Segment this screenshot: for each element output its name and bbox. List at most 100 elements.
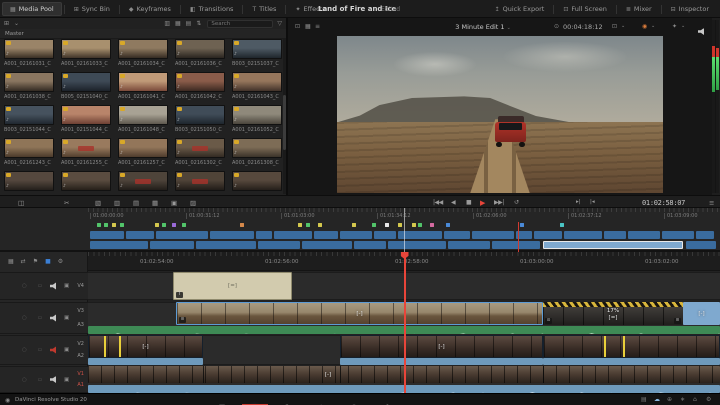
media-item[interactable]: ♪A001_02161033_C	[61, 39, 115, 71]
panels-icon[interactable]: ▤	[641, 396, 647, 403]
overview-clip-segment[interactable]	[686, 241, 716, 249]
user-icon[interactable]: ◉	[5, 397, 10, 404]
media-item[interactable]: ♪A001_02161034_C	[118, 39, 172, 71]
filmstrip-icon[interactable]: ▣	[64, 283, 69, 289]
timeline-marker[interactable]	[120, 223, 124, 227]
timeline-marker[interactable]	[418, 223, 422, 227]
timeline-marker[interactable]	[430, 223, 434, 227]
network-icon[interactable]: ⊕	[667, 396, 672, 403]
mute-speaker-icon[interactable]	[50, 376, 58, 383]
overview-clip-segment[interactable]	[196, 241, 256, 249]
mute-speaker-icon[interactable]	[50, 347, 58, 354]
overview-playhead[interactable]	[518, 222, 519, 252]
play-reverse-button[interactable]: ◀	[451, 199, 455, 206]
overview-clip-segment[interactable]	[534, 231, 562, 239]
page-fusion[interactable]: ✦	[308, 394, 334, 405]
tab-titles[interactable]: TTitles	[245, 2, 283, 16]
timeline-marker[interactable]	[372, 223, 376, 227]
timeline-view-icon[interactable]: ▦	[8, 258, 14, 265]
strip-view-icon[interactable]: ▥	[164, 20, 170, 27]
timeline-name-dropdown[interactable]: 3 Minute Edit 1 ⌄	[455, 23, 511, 31]
timeline-marker[interactable]	[172, 223, 176, 227]
tools-icon[interactable]: ✦	[672, 23, 677, 30]
lock-icon[interactable]: ○	[22, 347, 27, 353]
timeline-marker[interactable]	[112, 223, 116, 227]
timeline-marker[interactable]	[298, 223, 302, 227]
timeline-marker[interactable]	[385, 223, 389, 227]
quick-export-button[interactable]: ↥Quick Export	[488, 5, 552, 13]
media-item[interactable]: ♪	[232, 171, 282, 195]
collaboration-icon[interactable]: ∗	[680, 396, 685, 403]
overview-clip-segment[interactable]	[543, 241, 683, 249]
loop-button[interactable]: ↺	[514, 199, 519, 206]
timeline-marker[interactable]	[97, 223, 101, 227]
media-item[interactable]: ♪A001_02161031_C	[4, 39, 58, 71]
media-item[interactable]: ♪A001_02161257_C	[118, 138, 172, 170]
audio-clip-strip[interactable]	[88, 358, 203, 365]
timeline-marker[interactable]	[182, 223, 186, 227]
overview-clip-segment[interactable]	[156, 231, 208, 239]
page-deliver[interactable]: ⇨	[407, 394, 433, 405]
audio-clip-strip[interactable]	[340, 358, 543, 365]
first-frame-button[interactable]: |◀◀	[433, 199, 443, 206]
overview-clip-segment[interactable]	[150, 241, 194, 249]
overview-clip-segment[interactable]	[628, 231, 660, 239]
mute-speaker-icon[interactable]	[50, 283, 58, 290]
goto-out-icon[interactable]: |◂	[590, 199, 595, 205]
media-item[interactable]: ♪A001_02161302_C	[175, 138, 229, 170]
chevron-down-icon[interactable]: ⌄	[14, 20, 19, 27]
tool-boring-detector-icon[interactable]: ◫	[18, 199, 24, 207]
timeline-marker[interactable]	[155, 223, 159, 227]
overview-clip-segment[interactable]	[258, 241, 300, 249]
filmstrip-icon[interactable]: ▣	[64, 347, 69, 353]
overview-clip-segment[interactable]	[374, 231, 396, 239]
timeline-clip-thumbs[interactable]: [-]	[88, 335, 203, 358]
tab-keyframes[interactable]: ◆Keyframes	[122, 2, 178, 16]
media-item[interactable]: ♪	[118, 171, 172, 195]
overview-clip-segment[interactable]	[662, 231, 694, 239]
media-item[interactable]: ♪A001_02161043_C	[232, 72, 282, 104]
filmstrip-icon[interactable]: ▣	[64, 377, 69, 383]
media-item[interactable]: ♪A001_02161042_C	[175, 72, 229, 104]
timeline-marker[interactable]	[318, 223, 322, 227]
viewer-audio-icon[interactable]	[698, 24, 706, 43]
level-keyframe-bar[interactable]	[604, 336, 606, 357]
timeline-marker[interactable]	[240, 223, 244, 227]
flag-icon[interactable]: ⚑	[33, 258, 38, 265]
project-settings-icon[interactable]: ⚙	[706, 396, 711, 403]
overview-clip-segment[interactable]	[210, 231, 254, 239]
viewer-video[interactable]	[337, 36, 663, 193]
inspector-button[interactable]: ⊟Inspector	[664, 5, 716, 13]
display-mode-icon[interactable]: ⊡	[612, 23, 617, 30]
close-up-icon[interactable]: ▦	[152, 199, 158, 207]
overview-clip-segment[interactable]	[274, 231, 312, 239]
media-item[interactable]: ♪A001_02161243_C	[4, 138, 58, 170]
overview-clip-segment[interactable]	[448, 241, 490, 249]
filmstrip-icon[interactable]: ▣	[64, 315, 69, 321]
overview-clip-segment[interactable]	[302, 241, 352, 249]
media-item[interactable]: ♪A001_02161036_C	[175, 39, 229, 71]
viewer-mode-icon[interactable]: ⊡	[295, 23, 300, 30]
mute-speaker-icon[interactable]	[50, 315, 58, 322]
stop-button[interactable]: ■	[466, 199, 471, 206]
project-manager-icon[interactable]: ⌂	[693, 396, 697, 403]
tool-split-icon[interactable]: ✂	[64, 199, 69, 207]
media-item[interactable]: ♪A001_02161041_C	[118, 72, 172, 104]
media-item[interactable]: ♪	[175, 171, 229, 195]
cloud-icon[interactable]: ☁	[654, 396, 660, 403]
level-keyframe-bar[interactable]	[104, 336, 106, 357]
media-item[interactable]: ♪B003_02151044_C	[4, 105, 58, 137]
timeline-clip-speed[interactable]: 17%[=]⊙≡	[543, 302, 683, 325]
solo-icon[interactable]: ▫	[38, 347, 42, 353]
tab-media-pool[interactable]: ▦Media Pool	[2, 2, 62, 16]
media-item[interactable]: ♪A001_02161048_C	[118, 105, 172, 137]
page-color[interactable]: ◉	[341, 394, 367, 405]
lock-icon[interactable]: ○	[22, 377, 27, 383]
place-on-top-icon[interactable]: ▣	[171, 199, 177, 207]
page-media[interactable]: ▦	[209, 394, 235, 405]
sort-icon[interactable]: ⇅	[196, 20, 201, 27]
tab-sync-bin[interactable]: ⊞Sync Bin	[67, 2, 117, 16]
media-item[interactable]: ♪A001_02161038_C	[4, 72, 58, 104]
timeline-clip-thumbs[interactable]: [-]	[340, 335, 543, 358]
overview-clip-segment[interactable]	[696, 231, 714, 239]
